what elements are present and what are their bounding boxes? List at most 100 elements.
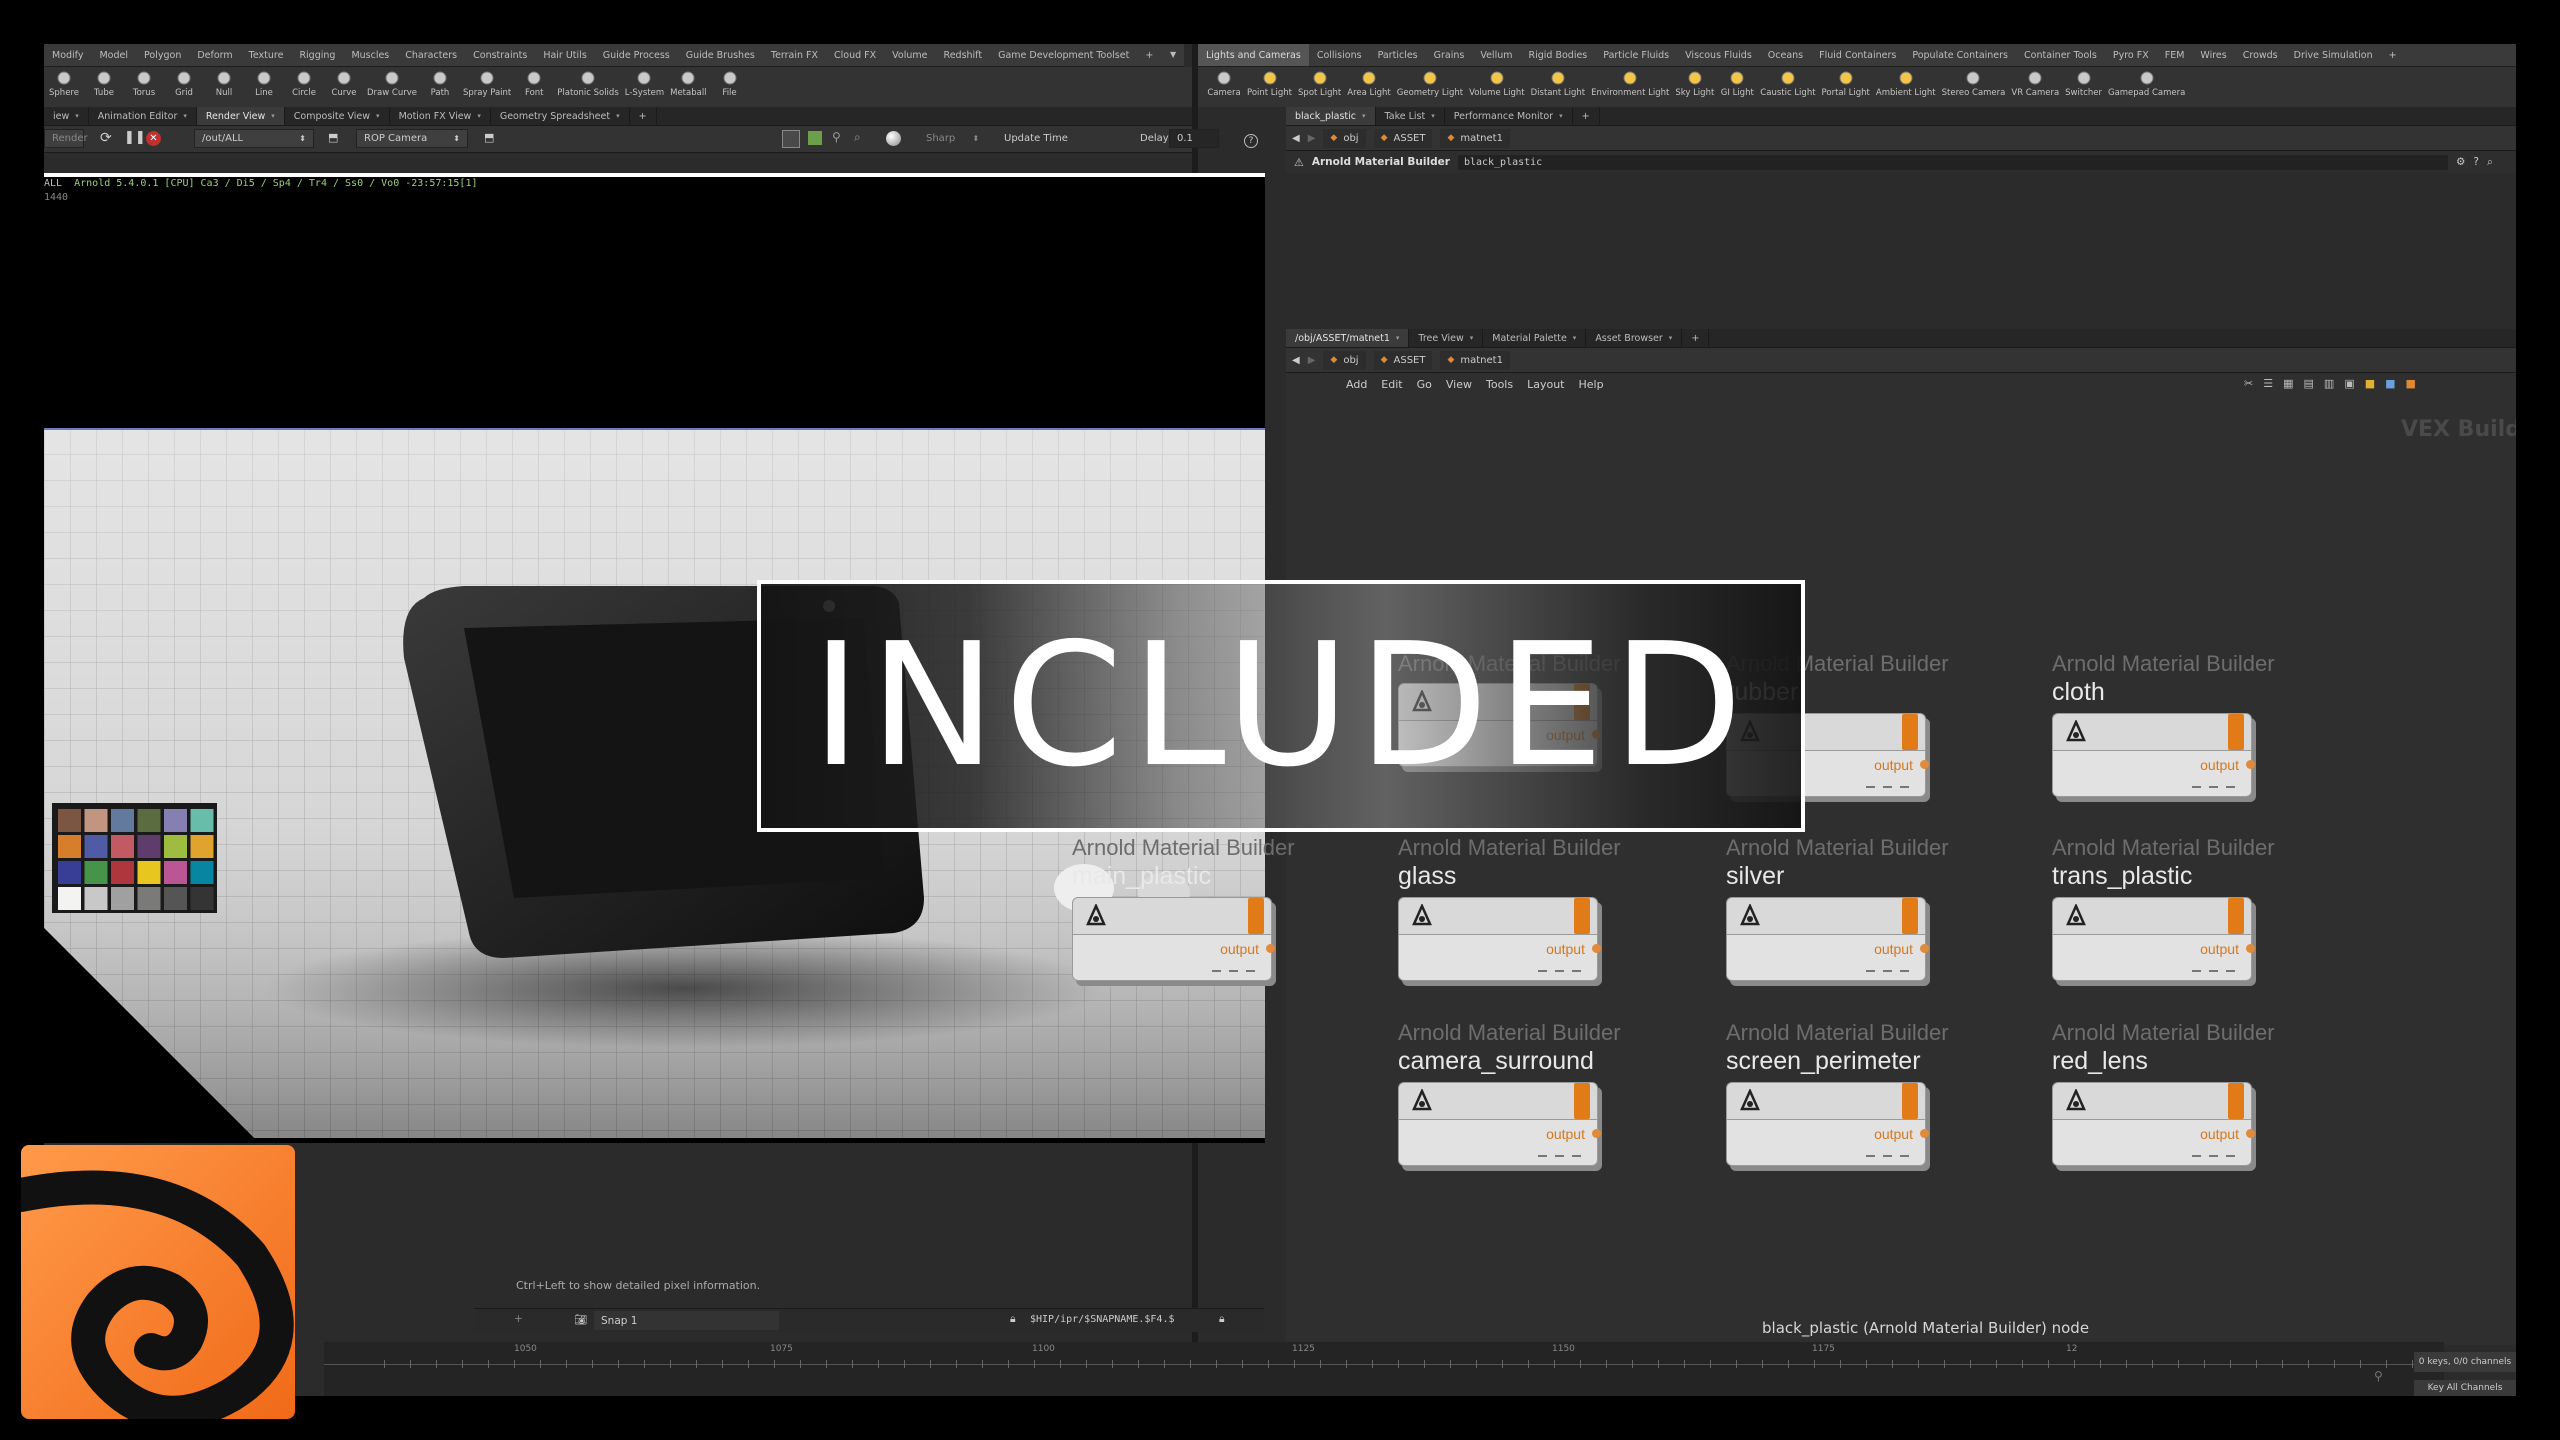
shelf-tab[interactable]: Rigid Bodies — [1521, 44, 1596, 66]
grid-view-icon[interactable]: ▦ — [2283, 377, 2293, 390]
node-display-flag[interactable] — [1248, 898, 1264, 934]
output-connector[interactable] — [2246, 760, 2255, 769]
lock-icon[interactable]: 🔒︎ — [1010, 1313, 1016, 1326]
snap-select[interactable]: Snap 1 — [594, 1311, 779, 1330]
distant-light-tool[interactable]: Distant Light — [1528, 67, 1589, 98]
node-body[interactable]: output — [2052, 713, 2256, 802]
material-node[interactable]: Arnold Material Builder cloth output — [2052, 651, 2275, 802]
tube-tool[interactable]: Tube — [84, 67, 124, 98]
shelf-menu-arrow-icon[interactable]: ▼ — [1170, 50, 1176, 59]
close-icon[interactable]: ▾ — [1470, 334, 1474, 342]
rop-path-field[interactable]: /out/ALL ⬍ — [194, 129, 314, 148]
node-name-label[interactable]: red_lens — [2052, 1047, 2252, 1076]
node-display-flag[interactable] — [1902, 1083, 1918, 1119]
delay-field[interactable]: 0.1 — [1169, 129, 1219, 148]
node-expand-icon[interactable] — [2053, 966, 2251, 976]
shelf-tab[interactable]: Muscles — [343, 44, 397, 66]
node-expand-icon[interactable] — [1073, 966, 1271, 976]
shelf-tab[interactable]: Guide Process — [595, 44, 678, 66]
key-all-channels-button[interactable]: Key All Channels — [2414, 1380, 2516, 1396]
close-icon[interactable]: ▾ — [75, 112, 79, 120]
curve-tool[interactable]: Curve — [324, 67, 364, 98]
close-icon[interactable]: ▾ — [1362, 112, 1366, 120]
file-tool[interactable]: File — [710, 67, 750, 98]
node-name-label[interactable]: trans_plastic — [2052, 862, 2252, 891]
material-node[interactable]: Arnold Material Builder glass output — [1398, 835, 1621, 986]
shelf-tab[interactable]: FEM — [2157, 44, 2193, 66]
material-node[interactable]: Arnold Material Builder camera_surround ou… — [1398, 1020, 1621, 1171]
forward-arrow-icon[interactable]: ▶ — [1308, 355, 1316, 366]
shelf-tab[interactable]: Crowds — [2235, 44, 2286, 66]
menu-item[interactable]: View — [1446, 378, 1472, 391]
close-icon[interactable]: ▾ — [616, 112, 620, 120]
save-snap-icon[interactable]: 🔒︎ — [1219, 1313, 1225, 1326]
pane-tab[interactable]: + — [1573, 107, 1600, 125]
point-light-tool[interactable]: Point Light — [1244, 67, 1295, 98]
gamepad-camera-tool[interactable]: Gamepad Camera — [2105, 67, 2188, 98]
environment-light-tool[interactable]: Environment Light — [1588, 67, 1672, 98]
list-icon[interactable]: ☰ — [2263, 377, 2273, 390]
back-arrow-icon[interactable]: ◀ — [1292, 355, 1300, 366]
vr-camera-tool[interactable]: VR Camera — [2008, 67, 2062, 98]
platonic-tool[interactable]: Platonic Solids — [554, 67, 622, 98]
pane-tab[interactable]: Tree View ▾ — [1409, 329, 1484, 347]
search-icon[interactable]: ⌕ — [2487, 156, 2493, 169]
audio-icon[interactable]: ⚲ — [2374, 1369, 2383, 1383]
shelf-tab[interactable]: Pyro FX — [2105, 44, 2157, 66]
sharp-select[interactable]: Sharp ⬍ — [926, 133, 979, 144]
portal-light-tool[interactable]: Portal Light — [1819, 67, 1873, 98]
region-icon[interactable] — [782, 130, 800, 148]
pane-tab[interactable]: Performance Monitor ▾ — [1445, 107, 1573, 125]
menu-item[interactable]: Add — [1346, 378, 1367, 391]
sky-light-tool[interactable]: Sky Light — [1672, 67, 1717, 98]
shelf-tab[interactable]: Polygon — [136, 44, 189, 66]
stop-render-icon[interactable]: ✕ — [146, 131, 161, 146]
image-icon[interactable]: ▣ — [2344, 377, 2354, 390]
node-body[interactable]: output — [1398, 897, 1602, 986]
shelf-tab[interactable]: Particles — [1370, 44, 1426, 66]
shelf-tab[interactable]: Volume — [884, 44, 935, 66]
timeline[interactable]: 1050 1075 1100 1125 1150 1175 12 — [324, 1342, 2444, 1396]
node-expand-icon[interactable] — [2053, 782, 2251, 792]
pane-tab[interactable]: /obj/ASSET/matnet1 ▾ — [1286, 329, 1410, 347]
path-tool[interactable]: Path — [420, 67, 460, 98]
rop-select-icon[interactable]: ⬒ — [328, 131, 338, 144]
pane-tab[interactable]: Composite View ▾ — [285, 107, 390, 125]
path-segment[interactable]: ◆ matnet1 — [1440, 350, 1510, 370]
zoom-icon[interactable]: ⌕ — [854, 130, 861, 145]
node-body[interactable]: output — [1726, 1082, 1930, 1171]
node-display-flag[interactable] — [2228, 714, 2244, 750]
pane-tab[interactable]: Geometry Spreadsheet ▾ — [491, 107, 630, 125]
pane-tab[interactable]: Take List ▾ — [1376, 107, 1445, 125]
shelf-tab[interactable]: Guide Brushes — [678, 44, 763, 66]
node-name-label[interactable]: camera_surround — [1398, 1047, 1598, 1076]
note-icon[interactable]: ■ — [2365, 377, 2375, 390]
node-body[interactable]: output — [1072, 897, 1276, 986]
snap-path[interactable]: $HIP/ipr/$SNAPNAME.$F4.$ — [1030, 1314, 1175, 1325]
refresh-icon[interactable]: ⟳ — [100, 130, 112, 146]
pause-icon[interactable]: ❚❚ — [124, 130, 146, 145]
spray-paint-tool[interactable]: Spray Paint — [460, 67, 514, 98]
shelf-tab[interactable]: Oceans — [1760, 44, 1811, 66]
node-display-flag[interactable] — [2228, 898, 2244, 934]
output-connector[interactable] — [1920, 1129, 1929, 1138]
node-display-flag[interactable] — [2228, 1083, 2244, 1119]
shelf-tab[interactable]: Game Development Toolset — [990, 44, 1137, 66]
shelf-tab[interactable]: Modify — [44, 44, 91, 66]
spot-light-tool[interactable]: Spot Light — [1295, 67, 1344, 98]
pane-tab[interactable]: Animation Editor ▾ — [89, 107, 197, 125]
output-connector[interactable] — [1920, 760, 1929, 769]
pane-tab[interactable]: iew ▾ — [44, 107, 89, 125]
shelf-tab[interactable]: Cloud FX — [826, 44, 884, 66]
shelf-tab[interactable]: Redshift — [936, 44, 991, 66]
output-connector[interactable] — [1266, 944, 1275, 953]
node-name-label[interactable]: glass — [1398, 862, 1598, 891]
shelf-tab[interactable]: Constraints — [465, 44, 535, 66]
path-segment[interactable]: ◆ ASSET — [1373, 350, 1433, 370]
node-display-flag[interactable] — [1902, 898, 1918, 934]
node-body[interactable]: output — [1398, 1082, 1602, 1171]
node-body[interactable]: output — [2052, 1082, 2256, 1171]
switcher-tool[interactable]: Switcher — [2062, 67, 2105, 98]
help-book-icon[interactable]: ? — [2473, 156, 2479, 168]
shelf-tab[interactable]: Particle Fluids — [1595, 44, 1677, 66]
